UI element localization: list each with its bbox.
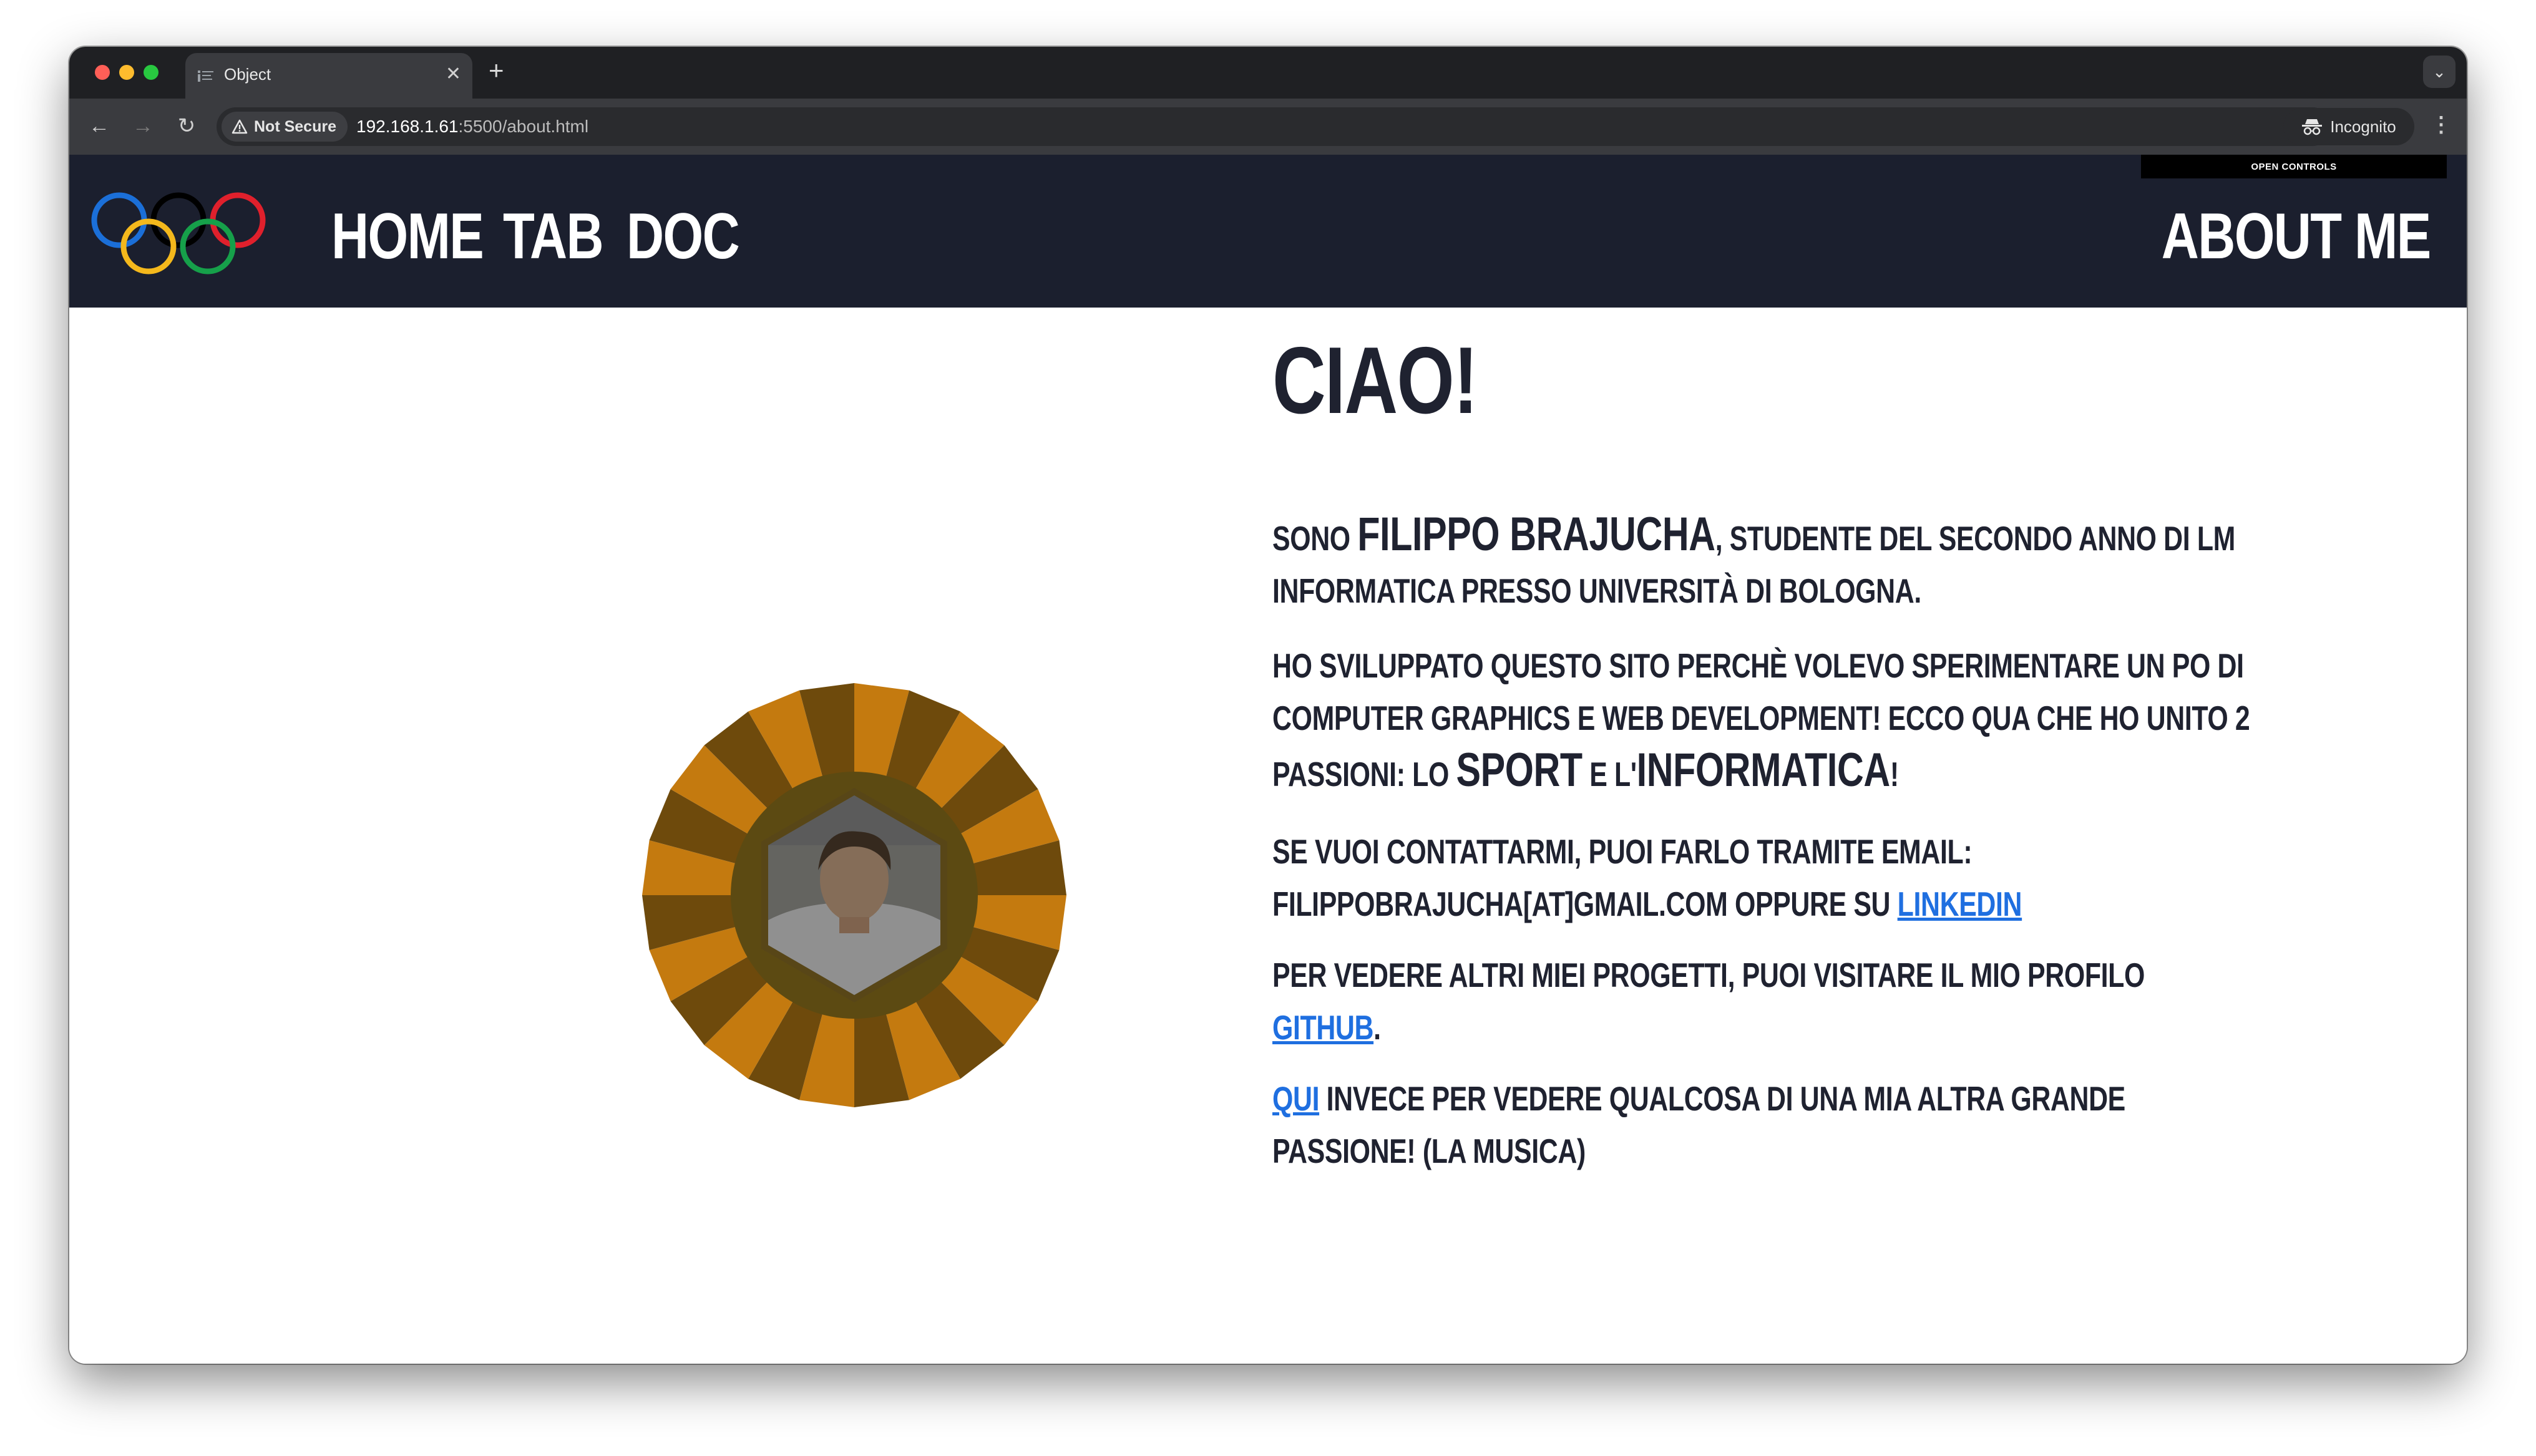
- more-menu-icon[interactable]: ⋮: [2431, 112, 2452, 137]
- about-content: CIAO! SONO FILIPPO BRAJUCHA, STUDENTE DE…: [69, 308, 2467, 1364]
- incognito-icon: [2302, 119, 2323, 135]
- security-chip[interactable]: Not Secure: [222, 112, 348, 142]
- page-heading: CIAO!: [1272, 328, 1478, 434]
- medal-portrait-image: [642, 683, 1066, 1107]
- open-controls-button[interactable]: OPEN CONTROLS: [2141, 155, 2447, 178]
- projects-paragraph: PER VEDERE ALTRI MIEI PROGETTI, PUOI VIS…: [1272, 956, 2145, 1047]
- tab-search-chevron-icon[interactable]: ⌄: [2423, 56, 2456, 88]
- olympic-rings-logo[interactable]: [88, 189, 275, 276]
- security-label: Not Secure: [254, 117, 336, 135]
- browser-window: Object ✕ + ⌄ ← → ↻ Not Secure 192.168.1.…: [69, 47, 2467, 1364]
- warning-icon: [232, 119, 248, 134]
- linkedin-link[interactable]: LINKEDIN: [1898, 885, 2022, 923]
- tab-strip: Object ✕ + ⌄: [69, 47, 2467, 99]
- incognito-button[interactable]: Incognito: [2283, 108, 2414, 145]
- address-bar[interactable]: Not Secure 192.168.1.61:5500/about.html …: [217, 107, 2332, 146]
- url-host: 192.168.1.61: [356, 117, 459, 136]
- close-window-button[interactable]: [95, 65, 110, 80]
- passion-paragraph: HO SVILUPPATO QUESTO SITO PERCHÈ VOLEVO …: [1272, 646, 2250, 797]
- informatica-highlight: INFORMATICA: [1636, 744, 1891, 797]
- contact-paragraph: SE VUOI CONTATTARMI, PUOI FARLO TRAMITE …: [1272, 832, 2022, 923]
- minimize-window-button[interactable]: [119, 65, 134, 80]
- back-arrow-icon[interactable]: ←: [83, 110, 115, 142]
- nav-doc-link[interactable]: DOC: [627, 200, 740, 274]
- site-header: HOME TAB DOC ABOUT ME OPEN CONTROLS: [69, 155, 2467, 308]
- music-paragraph: QUI INVECE PER VEDERE QUALCOSA DI UNA MI…: [1272, 1079, 2125, 1170]
- incognito-label: Incognito: [2330, 117, 2396, 136]
- forward-arrow-icon[interactable]: →: [127, 110, 159, 142]
- sport-highlight: SPORT: [1456, 744, 1583, 797]
- intro-paragraph: SONO FILIPPO BRAJUCHA, STUDENTE DEL SECO…: [1272, 508, 2235, 611]
- github-link[interactable]: GITHUB: [1272, 1008, 1373, 1047]
- reload-icon[interactable]: ↻: [170, 110, 203, 142]
- name-highlight: FILIPPO BRAJUCHA: [1357, 508, 1715, 561]
- new-tab-icon[interactable]: +: [489, 56, 504, 85]
- url-text: 192.168.1.61:5500/about.html: [356, 117, 588, 137]
- browser-toolbar: ← → ↻ Not Secure 192.168.1.61:5500/about…: [69, 99, 2467, 155]
- nav-home-link[interactable]: HOME: [331, 200, 484, 274]
- tab-title: Object: [224, 65, 271, 84]
- page-icon: [198, 70, 213, 82]
- browser-tab[interactable]: Object ✕: [185, 53, 472, 99]
- tab-close-icon[interactable]: ✕: [446, 63, 461, 85]
- nav-about-me-link[interactable]: ABOUT ME: [2162, 200, 2432, 274]
- qui-link[interactable]: QUI: [1272, 1079, 1319, 1118]
- nav-tab-link[interactable]: TAB: [503, 200, 604, 274]
- url-path: :5500/about.html: [458, 117, 589, 136]
- maximize-window-button[interactable]: [144, 65, 158, 80]
